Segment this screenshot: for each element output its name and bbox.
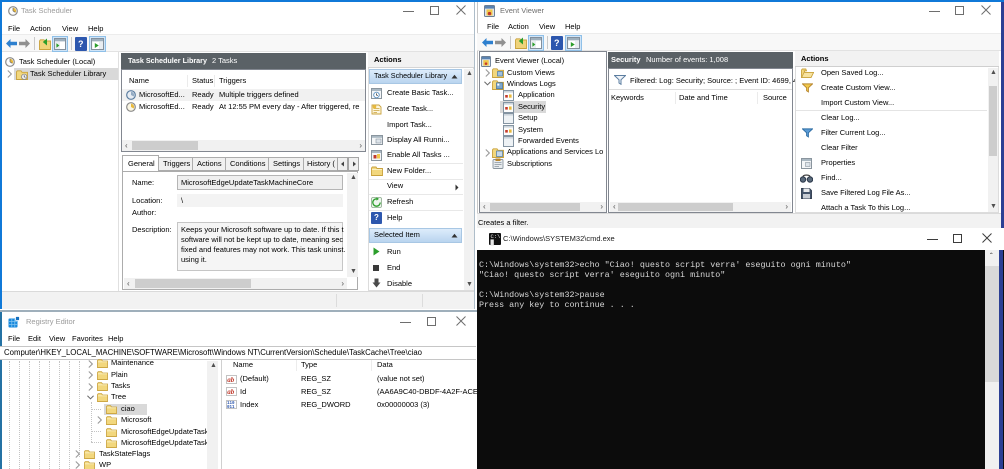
svg-text:ab: ab xyxy=(227,375,235,383)
svg-text:ab: ab xyxy=(227,388,235,396)
svg-text:011: 011 xyxy=(227,406,235,409)
